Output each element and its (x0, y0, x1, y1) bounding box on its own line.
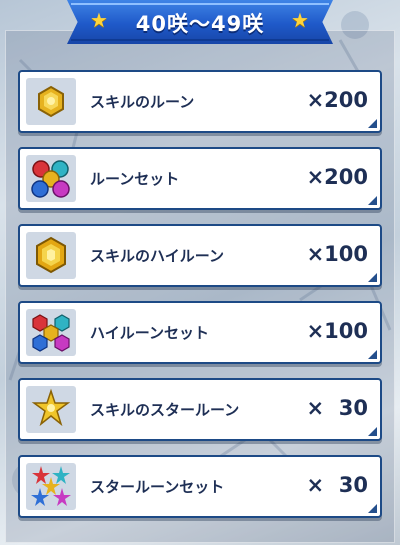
star-icon: ★ (90, 8, 108, 32)
reward-quantity: ×200 (306, 88, 368, 112)
rune-set-icon (26, 155, 76, 202)
reward-row-skill-star-rune: スキルのスタールーン × 30 (18, 378, 382, 441)
skill-high-rune-icon (26, 232, 76, 279)
reward-row-skill-high-rune: スキルのハイルーン ×100 (18, 224, 382, 287)
reward-row-high-rune-set: ハイルーンセット ×100 (18, 301, 382, 364)
reward-name: スキルのスタールーン (90, 401, 240, 419)
reward-quantity: ×200 (306, 165, 368, 189)
reward-quantity: × 30 (306, 473, 368, 497)
skill-rune-icon (26, 78, 76, 125)
reward-quantity: ×100 (306, 242, 368, 266)
reward-name: スタールーンセット (90, 478, 225, 496)
star-icon: ★ (291, 8, 309, 32)
reward-quantity: ×100 (306, 319, 368, 343)
reward-name: スキルのハイルーン (90, 247, 224, 265)
reward-quantity: × 30 (306, 396, 368, 420)
reward-name: スキルのルーン (90, 93, 195, 111)
star-rune-set-icon (26, 463, 76, 510)
reward-name: ハイルーンセット (90, 324, 209, 342)
high-rune-set-icon (26, 309, 76, 356)
reward-row-star-rune-set: スタールーンセット × 30 (18, 455, 382, 518)
reward-row-skill-rune: スキルのルーン ×200 (18, 70, 382, 133)
reward-row-rune-set: ルーンセット ×200 (18, 147, 382, 210)
reward-name: ルーンセット (90, 170, 180, 188)
skill-star-rune-icon (26, 386, 76, 433)
